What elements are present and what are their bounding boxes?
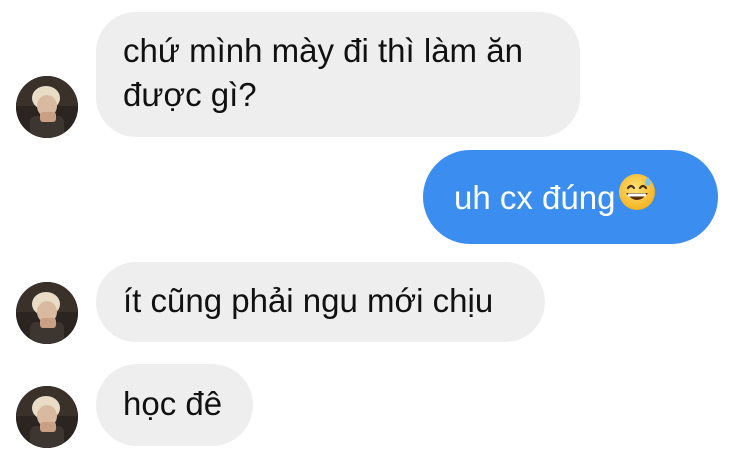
- message-text: ít cũng phải ngu mới chịu: [123, 282, 494, 319]
- avatar-photo-icon: [16, 76, 78, 138]
- grinning-sweat-emoji-icon: [617, 172, 657, 223]
- avatar-photo-icon: [16, 386, 78, 448]
- message-bubble-incoming[interactable]: chứ mình mày đi thì làm ăn được gì?: [96, 12, 580, 137]
- message-bubble-outgoing[interactable]: uh cx đúng: [423, 150, 718, 244]
- contact-avatar[interactable]: [16, 386, 78, 448]
- message-text: học đê: [123, 385, 223, 422]
- message-bubble-incoming[interactable]: ít cũng phải ngu mới chịu: [96, 262, 545, 342]
- contact-avatar[interactable]: [16, 76, 78, 138]
- chat-thread: chứ mình mày đi thì làm ăn được gì? uh c…: [0, 0, 750, 454]
- message-text-line: chứ mình mày đi thì làm ăn: [123, 32, 523, 69]
- message-bubble-incoming[interactable]: học đê: [96, 364, 253, 446]
- contact-avatar[interactable]: [16, 282, 78, 344]
- message-text-line: được gì?: [123, 76, 257, 113]
- message-text: uh cx đúng: [454, 179, 616, 217]
- avatar-photo-icon: [16, 282, 78, 344]
